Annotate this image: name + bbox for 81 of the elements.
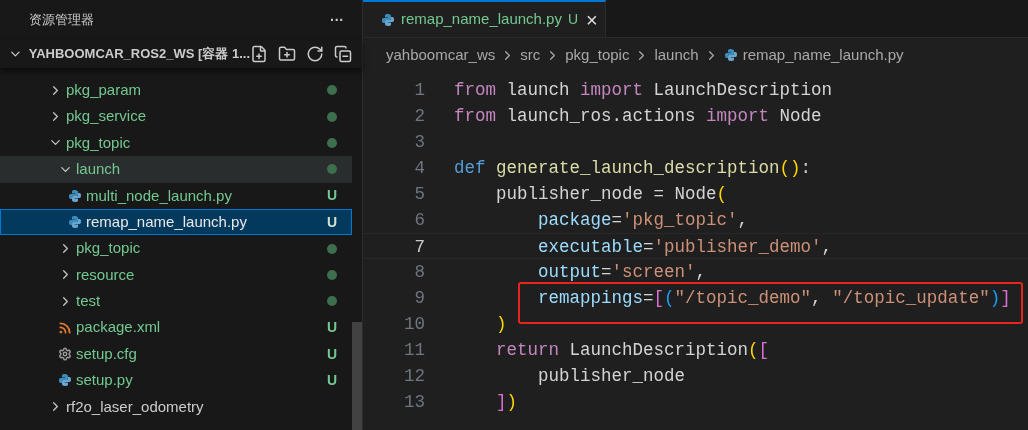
- tree-item-label: remap_name_launch.py: [86, 211, 247, 232]
- line-number: 10: [403, 313, 425, 336]
- close-button[interactable]: ×: [586, 9, 598, 30]
- git-status-letter: U: [326, 344, 338, 364]
- editor-tab[interactable]: remap_name_launch.py U ×: [363, 0, 606, 37]
- tree-item[interactable]: remap_name_launch.py U: [0, 208, 352, 236]
- workspace-name: YAHBOOMCAR_ROS2_WS [容器 1...: [28, 45, 250, 64]
- tree-item[interactable]: pkg_service: [0, 103, 352, 130]
- tree-item[interactable]: rf2o_laser_odometry: [0, 393, 352, 421]
- line-number: 4: [413, 157, 425, 180]
- line-number: 2: [413, 105, 425, 128]
- line-number: 7: [413, 236, 425, 258]
- line-number: 6: [413, 209, 425, 232]
- tree-item-label: pkg_service: [66, 106, 147, 127]
- breadcrumb[interactable]: pkg_topic: [565, 43, 630, 67]
- python-icon: [68, 215, 82, 230]
- git-status-letter: U: [326, 318, 338, 338]
- code-line: package='pkg_topic',: [537, 209, 749, 232]
- line-number: 12: [403, 365, 425, 388]
- tree-item-label: resource: [76, 264, 135, 285]
- code-line: def generate_launch_description():: [454, 157, 812, 180]
- breadcrumb[interactable]: launch: [654, 43, 699, 67]
- tree-item-label: pkg_topic: [66, 132, 131, 153]
- git-status-letter: U: [567, 10, 579, 29]
- code-line: from launch_ros.actions import Node: [454, 105, 822, 128]
- scrollbar[interactable]: [352, 322, 362, 430]
- tree-item-label: multi_node_launch.py: [86, 185, 232, 206]
- code-line: ]): [495, 391, 518, 414]
- new-folder-icon[interactable]: [278, 45, 296, 63]
- line-number: 1: [413, 79, 425, 102]
- line-number: 13: [403, 391, 425, 414]
- tree-item-label: package.xml: [76, 317, 161, 338]
- more-actions-button[interactable]: ···: [330, 9, 344, 31]
- tree-item-label: test: [76, 291, 101, 312]
- breadcrumb[interactable]: yahboomcar_ws: [386, 43, 496, 67]
- line-number: 3: [413, 131, 425, 154]
- tree-item[interactable]: package.xml U: [0, 314, 352, 341]
- tree-item[interactable]: multi_node_launch.py U: [0, 182, 352, 209]
- breadcrumb[interactable]: src: [520, 43, 541, 67]
- code-line: return LaunchDescription([: [495, 339, 770, 362]
- line-number: 8: [413, 261, 425, 284]
- tree-item[interactable]: test: [0, 288, 352, 315]
- git-status-letter: U: [326, 186, 338, 206]
- rss-icon: [58, 320, 72, 335]
- tree-item[interactable]: pkg_param: [0, 77, 352, 104]
- git-status-letter: U: [326, 371, 338, 390]
- python-icon: [58, 373, 72, 388]
- tree-item[interactable]: launch: [0, 156, 352, 183]
- tree-item-label: setup.py: [76, 370, 133, 391]
- tree-item-label: pkg_topic: [76, 238, 141, 259]
- new-file-icon[interactable]: [250, 45, 268, 63]
- python-icon: [723, 48, 738, 62]
- line-number: 5: [413, 183, 425, 206]
- code-line: publisher_node = Node(: [495, 183, 728, 206]
- code-line: publisher_node: [537, 365, 686, 388]
- tab-label: remap_name_launch.py: [401, 9, 562, 30]
- git-status-letter: U: [326, 212, 338, 232]
- line-number: 11: [403, 339, 425, 362]
- workspace-header[interactable]: YAHBOOMCAR_ROS2_WS [容器 1...: [0, 40, 362, 68]
- tree-item-label: pkg_param: [66, 79, 142, 100]
- tree-item[interactable]: setup.cfg U: [0, 340, 352, 368]
- line-number: 9: [413, 287, 425, 310]
- code-line: ): [495, 313, 507, 336]
- tree-item-label: launch: [76, 159, 121, 180]
- code-line: executable='publisher_demo',: [537, 236, 833, 258]
- tree-item-label: setup.cfg: [76, 343, 137, 364]
- tree-item-label: rf2o_laser_odometry: [66, 396, 204, 417]
- tree-item[interactable]: resource: [0, 261, 352, 289]
- refresh-icon[interactable]: [306, 45, 324, 63]
- settings-icon: [58, 347, 72, 362]
- sidebar-title: 资源管理器: [29, 11, 94, 30]
- tree-item[interactable]: pkg_topic: [0, 129, 352, 157]
- python-icon: [381, 12, 395, 27]
- python-icon: [68, 188, 82, 203]
- tree-item[interactable]: setup.py U: [0, 367, 352, 394]
- code-line: from launch import LaunchDescription: [454, 79, 833, 102]
- breadcrumb[interactable]: remap_name_launch.py: [742, 43, 904, 67]
- tree-item[interactable]: pkg_topic: [0, 235, 352, 262]
- collapse-all-icon[interactable]: [334, 45, 352, 63]
- code-line: output='screen',: [537, 261, 707, 284]
- code-line: remappings=[("/topic_demo", "/topic_update")]: [537, 287, 1011, 310]
